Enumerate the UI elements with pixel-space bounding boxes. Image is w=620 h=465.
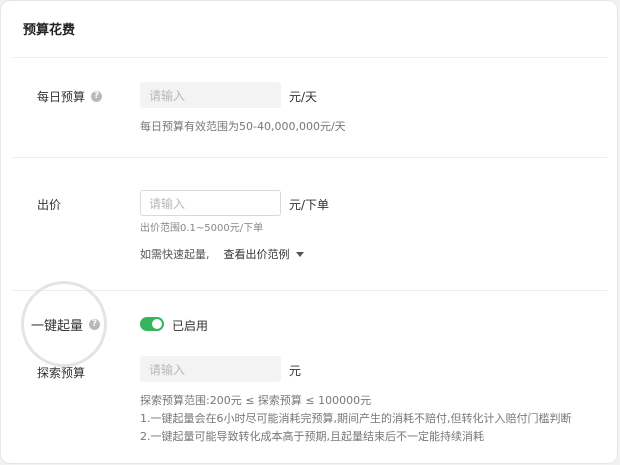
daily-budget-label: 每日预算 ? bbox=[37, 88, 103, 105]
daily-budget-hint: 每日预算有效范围为50-40,000,000元/天 bbox=[140, 120, 346, 133]
quick-start-row: 如需快速起量, 查看出价范例 bbox=[140, 246, 304, 262]
question-circle-icon[interactable]: ? bbox=[91, 91, 103, 102]
explore-budget-label-text: 探索预算 bbox=[37, 366, 86, 380]
explore-budget-note-2: 2.一键起量可能导致转化成本高于预期,且起量结束后不一定能持续消耗 bbox=[140, 430, 484, 443]
divider bbox=[13, 57, 607, 58]
question-circle-icon[interactable]: ? bbox=[89, 319, 101, 330]
one-click-label: 一键起量 ? bbox=[31, 315, 101, 334]
explore-budget-range: 探索预算范围:200元 ≤ 探索预算 ≤ 100000元 bbox=[140, 394, 372, 407]
toggle-knob bbox=[152, 319, 162, 329]
bid-example-link-text: 查看出价范例 bbox=[223, 248, 290, 261]
daily-budget-label-text: 每日预算 bbox=[37, 90, 86, 104]
bid-input[interactable]: 请输入 bbox=[140, 190, 281, 216]
bid-range-hint: 出价范围0.1~5000元/下单 bbox=[140, 223, 264, 234]
explore-budget-label: 探索预算 bbox=[37, 364, 85, 381]
budget-card: 预算花费 每日预算 ? 请输入 元/天 每日预算有效范围为50-40,000,0… bbox=[0, 0, 618, 464]
bid-label-text: 出价 bbox=[37, 198, 62, 212]
divider bbox=[13, 157, 607, 158]
explore-budget-input[interactable]: 请输入 bbox=[140, 356, 281, 382]
one-click-status: 已启用 bbox=[172, 319, 209, 333]
bid-example-link[interactable]: 查看出价范例 bbox=[224, 246, 304, 262]
divider bbox=[13, 290, 607, 291]
daily-budget-input[interactable]: 请输入 bbox=[140, 82, 281, 108]
one-click-label-text: 一键起量 bbox=[31, 319, 84, 334]
quick-start-prefix: 如需快速起量, bbox=[140, 248, 210, 261]
bid-unit: 元/下单 bbox=[289, 198, 330, 212]
daily-budget-unit: 元/天 bbox=[289, 90, 318, 104]
caret-down-icon bbox=[295, 251, 304, 257]
explore-budget-unit: 元 bbox=[289, 364, 302, 378]
one-click-toggle[interactable] bbox=[140, 317, 164, 331]
section-title: 预算花费 bbox=[23, 23, 76, 38]
explore-budget-note-1: 1.一键起量会在6小时尽可能消耗完预算,期间产生的消耗不赔付,但转化计入赔付门槛… bbox=[140, 412, 572, 425]
bid-label: 出价 bbox=[37, 196, 61, 213]
